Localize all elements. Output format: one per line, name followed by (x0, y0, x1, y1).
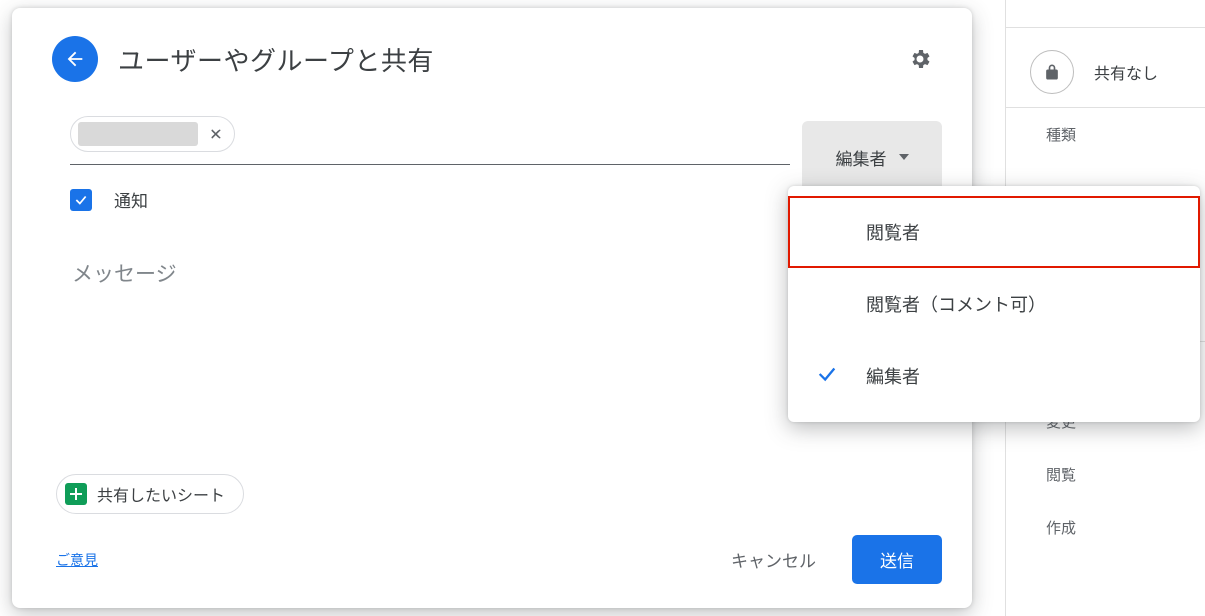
check-icon (816, 363, 838, 390)
role-selector-label: 編集者 (836, 145, 887, 170)
person-chip[interactable] (70, 116, 235, 152)
back-button[interactable] (52, 36, 98, 82)
notify-checkbox[interactable] (70, 189, 92, 211)
lock-icon (1030, 50, 1074, 94)
file-chip-label: 共有したいシート (97, 482, 225, 506)
remove-chip-button[interactable] (204, 122, 228, 146)
panel-top-strip (1006, 0, 1205, 28)
panel-item[interactable]: 種類 (1006, 108, 1205, 161)
dialog-title: ユーザーやグループと共有 (118, 41, 902, 78)
sheets-icon (65, 483, 87, 505)
dialog-header: ユーザーやグループと共有 (12, 8, 972, 92)
panel-item[interactable]: 閲覧 (1006, 448, 1205, 501)
chevron-down-icon (899, 154, 909, 160)
feedback-link[interactable]: ご意見 (56, 550, 98, 570)
role-menu: 閲覧者 閲覧者（コメント可） 編集者 (788, 186, 1200, 422)
role-option-label: 閲覧者（コメント可） (866, 291, 1046, 317)
dialog-footer: ご意見 キャンセル 送信 (56, 535, 942, 584)
gear-icon (908, 47, 932, 71)
role-option-viewer[interactable]: 閲覧者 (788, 196, 1200, 268)
redacted-placeholder (78, 122, 198, 146)
settings-button[interactable] (902, 41, 938, 77)
arrow-left-icon (64, 48, 86, 70)
notify-label: 通知 (114, 187, 148, 212)
role-option-commenter[interactable]: 閲覧者（コメント可） (788, 268, 1200, 340)
close-icon (208, 126, 224, 142)
share-status-row: 共有なし (1006, 36, 1205, 108)
send-button[interactable]: 送信 (852, 535, 942, 584)
role-option-label: 閲覧者 (866, 219, 920, 245)
file-chip[interactable]: 共有したいシート (56, 474, 244, 514)
share-status-label: 共有なし (1094, 60, 1158, 84)
people-input-row[interactable] (70, 116, 790, 165)
check-icon (74, 193, 88, 207)
cancel-button[interactable]: キャンセル (731, 547, 816, 572)
role-option-editor[interactable]: 編集者 (788, 340, 1200, 412)
role-selector[interactable]: 編集者 (802, 121, 942, 193)
role-option-label: 編集者 (866, 363, 920, 389)
panel-item[interactable]: 作成 (1006, 501, 1205, 554)
